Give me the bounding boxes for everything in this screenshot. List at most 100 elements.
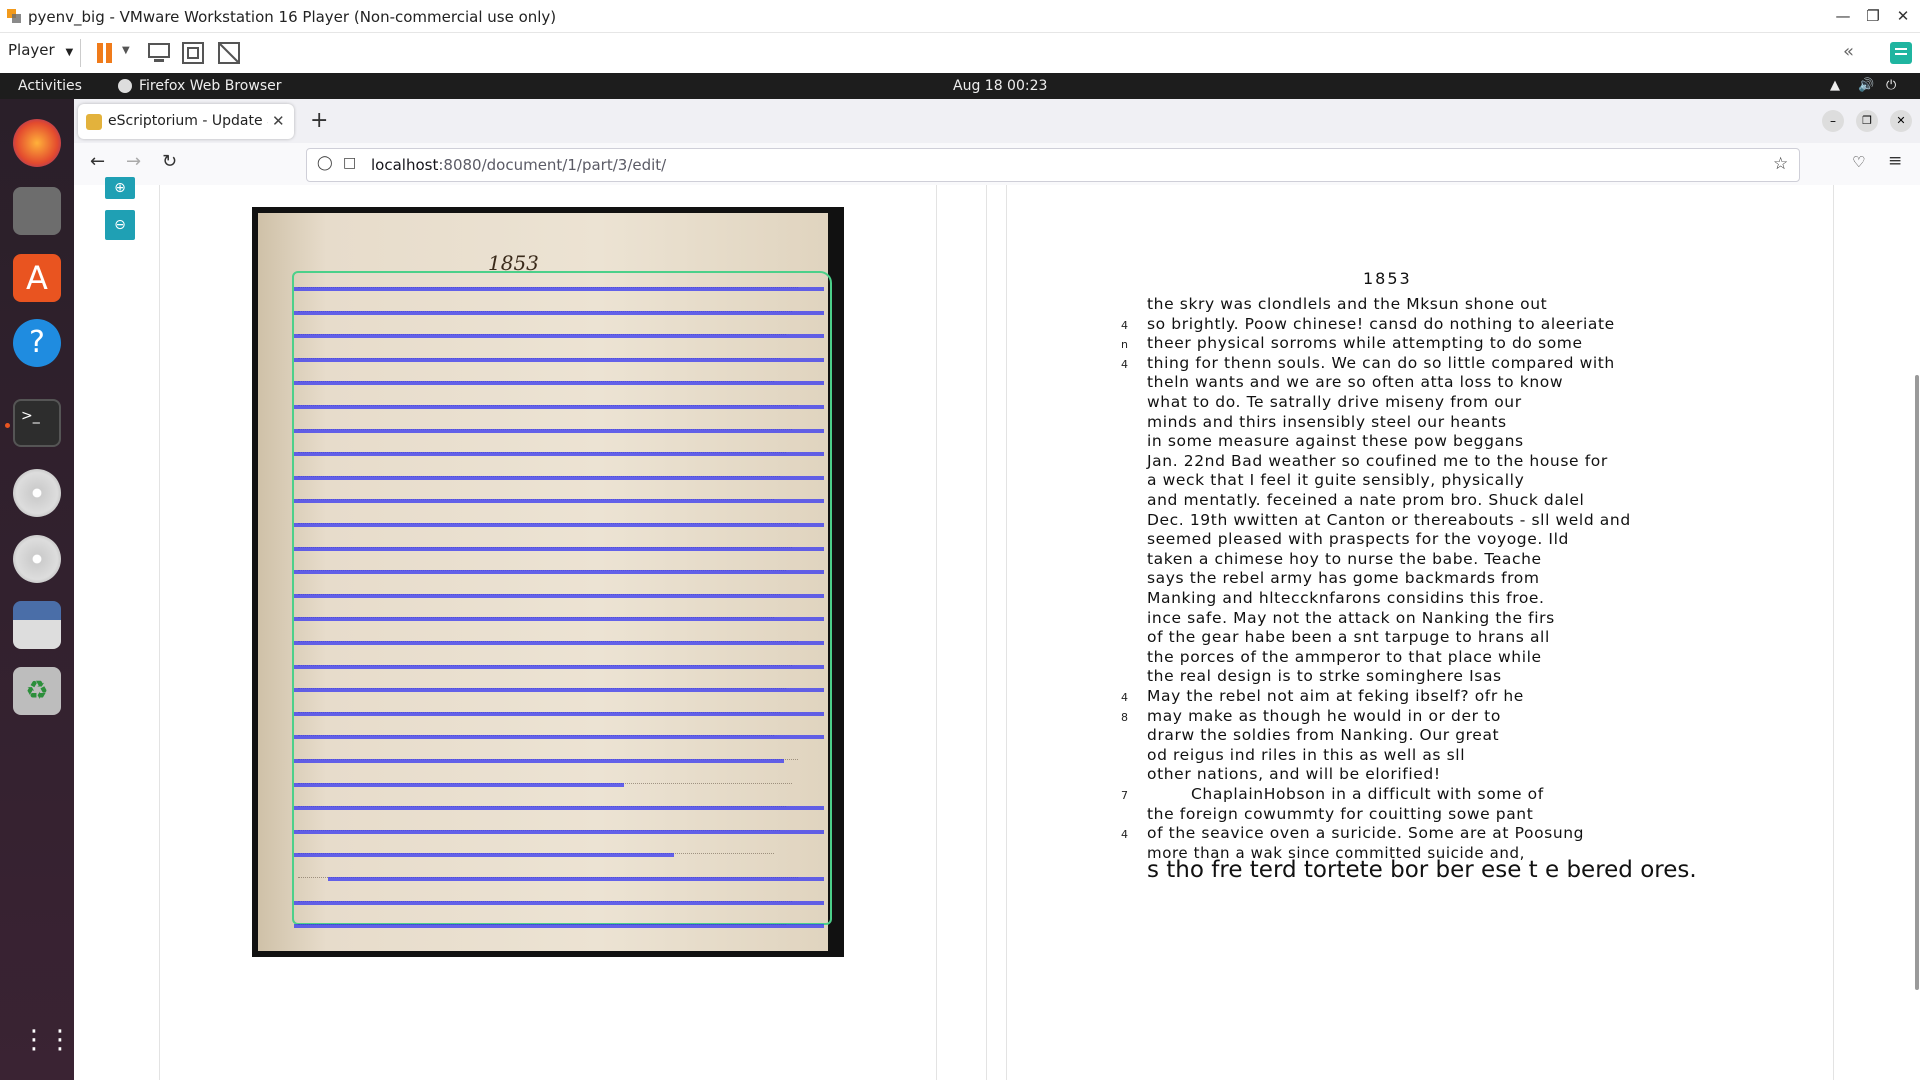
baseline[interactable] — [294, 334, 824, 339]
transcription-line[interactable]: a weck that I feel it guite sensibly, ph… — [1147, 471, 1524, 489]
baseline[interactable] — [294, 641, 824, 645]
baseline[interactable] — [294, 428, 824, 433]
clock[interactable]: Aug 18 00:23 — [953, 78, 1047, 94]
transcription-line[interactable]: may make as though he would in or der to — [1147, 707, 1501, 725]
baseline[interactable] — [294, 357, 824, 362]
transcription-line[interactable]: theln wants and we are so often atta los… — [1147, 373, 1563, 391]
transcription-line[interactable]: of the gear habe been a snt tarpuge to h… — [1147, 628, 1550, 646]
transcription-line[interactable]: May the rebel not aim at feking ibself? … — [1147, 687, 1524, 705]
zoom-in-button[interactable]: ⊕ — [105, 177, 135, 199]
baseline[interactable] — [294, 405, 824, 409]
baseline[interactable] — [294, 688, 824, 693]
transcription-line[interactable]: minds and thirs insensibly steel our hea… — [1147, 413, 1507, 431]
transcription-line[interactable]: Dec. 19th wwitten at Canton or thereabou… — [1147, 511, 1631, 529]
activities-button[interactable]: Activities — [18, 78, 82, 94]
zoom-out-button[interactable]: ⊖ — [105, 210, 135, 240]
unity-icon[interactable] — [216, 40, 242, 66]
transcription-line[interactable]: drarw the soldies from Nanking. Our grea… — [1147, 726, 1499, 744]
transcription-line[interactable]: what to do. Te satrally drive miseny fro… — [1147, 393, 1522, 411]
software-center-dock-icon[interactable]: A — [13, 254, 61, 302]
baseline[interactable] — [294, 782, 624, 787]
baseline[interactable] — [294, 711, 824, 716]
baseline[interactable] — [294, 381, 824, 386]
url-bar[interactable]: ◯ □ localhost:8080/document/1/part/3/edi… — [306, 148, 1800, 182]
transcription-line[interactable]: theer physical sorroms while attempting … — [1147, 334, 1583, 352]
transcription-line[interactable]: ince safe. May not the attack on Nanking… — [1147, 609, 1555, 627]
shield-icon[interactable]: ◯ — [317, 155, 333, 171]
baseline[interactable] — [294, 924, 824, 929]
show-applications-icon[interactable]: ⋮⋮⋮ — [21, 1024, 99, 1056]
manuscript-image[interactable]: 1853 — [252, 207, 844, 957]
transcription-line[interactable]: taken a chimese hoy to nurse the babe. T… — [1147, 550, 1542, 568]
transcription-line[interactable]: the foreign cowummty for couitting sowe … — [1147, 805, 1533, 823]
transcription-line[interactable]: the skry was clondlels and the Mksun sho… — [1147, 295, 1547, 313]
tab-escriptorium[interactable]: eScriptorium - Update a D ✕ — [78, 104, 294, 139]
transcription-line[interactable]: says the rebel army has gome backmards f… — [1147, 569, 1540, 587]
volume-icon[interactable]: 🔊 — [1858, 78, 1874, 93]
baseline[interactable] — [294, 310, 824, 315]
baseline[interactable] — [294, 452, 824, 457]
player-menu-button[interactable]: Player ▼ — [8, 41, 73, 59]
baseline[interactable] — [294, 617, 824, 622]
bookmark-star-icon[interactable]: ☆ — [1773, 154, 1788, 174]
baseline[interactable] — [294, 806, 824, 811]
transcription-line[interactable]: Manking and hlteccknfarons considins thi… — [1147, 589, 1545, 607]
baseline[interactable] — [294, 664, 824, 669]
transcription-line[interactable]: and mentatly. feceined a nate prom bro. … — [1147, 491, 1584, 509]
transcription-line[interactable]: in some measure against these pow beggan… — [1147, 432, 1524, 450]
transcription-line[interactable]: Jan. 22nd Bad weather so coufined me to … — [1147, 452, 1608, 470]
transcription-line[interactable]: od reigus ind riles in this as well as s… — [1147, 746, 1465, 764]
baseline[interactable] — [294, 499, 824, 504]
transcription-line[interactable]: ChaplainHobson in a difficult with some … — [1191, 785, 1544, 803]
baseline[interactable] — [294, 475, 824, 480]
firefox-dock-icon[interactable] — [13, 119, 61, 167]
files-dock-icon[interactable] — [13, 187, 61, 235]
baseline[interactable] — [294, 829, 824, 834]
transcription-line[interactable]: so brightly. Poow chinese! cansd do noth… — [1147, 315, 1615, 333]
baseline[interactable] — [294, 546, 824, 551]
app-menu-button[interactable]: Firefox Web Browser — [139, 78, 282, 94]
collapse-icon[interactable]: « — [1843, 41, 1854, 62]
baseline[interactable] — [328, 877, 824, 881]
power-icon[interactable]: ⏻ — [1886, 78, 1896, 93]
disc-dock-icon[interactable] — [13, 469, 61, 517]
transcription-line[interactable]: seemed pleased with praspects for the vo… — [1147, 530, 1569, 548]
tab-close-icon[interactable]: ✕ — [272, 112, 285, 130]
forward-icon[interactable]: → — [126, 151, 141, 172]
terminal-dock-icon[interactable]: >_ — [13, 399, 61, 447]
pocket-icon[interactable]: ♡ — [1852, 153, 1865, 171]
baseline[interactable] — [294, 523, 824, 527]
transcription-line[interactable]: of the seavice oven a suricide. Some are… — [1147, 824, 1584, 842]
new-tab-icon[interactable]: + — [310, 108, 328, 133]
baseline[interactable] — [294, 287, 824, 291]
baseline[interactable] — [294, 759, 784, 763]
restore-icon[interactable]: ❐ — [1862, 6, 1884, 26]
disc-dock-icon-2[interactable] — [13, 535, 61, 583]
close-icon[interactable]: ✕ — [1892, 6, 1914, 26]
menu-icon[interactable]: ≡ — [1888, 151, 1902, 171]
pause-dropdown-icon[interactable]: ▼ — [122, 45, 130, 56]
help-dock-icon[interactable]: ? — [13, 319, 61, 367]
network-icon[interactable]: ▲ — [1830, 78, 1840, 93]
browser-restore-icon[interactable]: ❐ — [1856, 110, 1878, 132]
browser-minimize-icon[interactable]: – — [1822, 110, 1844, 132]
transcription-line[interactable]: the real design is to strke sominghere I… — [1147, 667, 1502, 685]
baseline[interactable] — [294, 570, 824, 575]
baseline[interactable] — [294, 900, 824, 905]
fullscreen-icon[interactable] — [180, 40, 206, 66]
back-icon[interactable]: ← — [90, 151, 105, 172]
trash-dock-icon[interactable]: ♻ — [13, 667, 61, 715]
baseline[interactable] — [294, 853, 674, 858]
baseline[interactable] — [294, 735, 824, 740]
save-dock-icon[interactable] — [13, 601, 61, 649]
minimize-icon[interactable]: — — [1832, 6, 1854, 26]
transcription-line[interactable]: other nations, and will be elorified! — [1147, 765, 1441, 783]
page-info-icon[interactable]: □ — [343, 155, 356, 171]
scrollbar-thumb[interactable] — [1915, 375, 1919, 990]
transcription-line[interactable]: the porces of the ammperor to that place… — [1147, 648, 1542, 666]
transcription-line[interactable]: s tho fre terd tortete bor ber ese t e b… — [1147, 857, 1697, 883]
browser-close-icon[interactable]: ✕ — [1890, 110, 1912, 132]
send-ctrl-alt-del-icon[interactable] — [146, 40, 172, 66]
reload-icon[interactable]: ↻ — [162, 151, 177, 172]
transcription-line[interactable]: thing for thenn souls. We can do so litt… — [1147, 354, 1615, 372]
